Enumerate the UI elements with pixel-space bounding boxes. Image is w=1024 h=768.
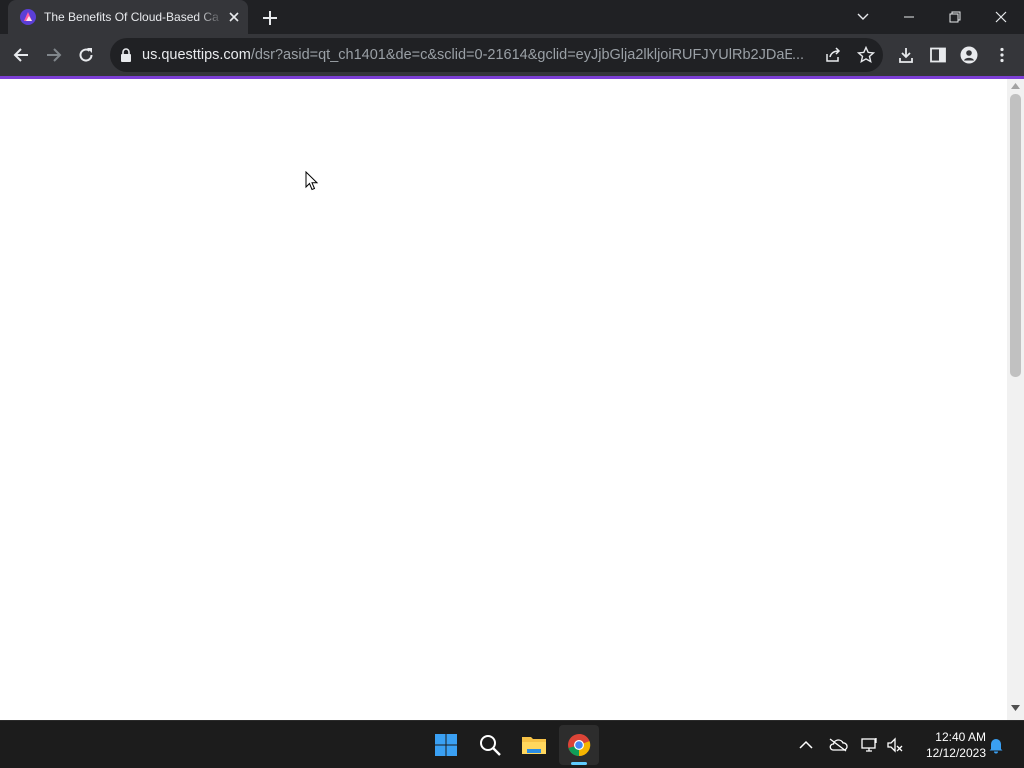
url-host: us.questtips.com (142, 47, 251, 63)
web-page-content[interactable] (0, 79, 1007, 720)
file-explorer-button[interactable] (514, 725, 554, 765)
side-panel-icon[interactable] (929, 46, 947, 64)
search-icon (480, 735, 501, 756)
restore-icon (949, 11, 961, 23)
volume-muted-icon (887, 737, 903, 753)
volume-tray-button[interactable] (885, 735, 905, 755)
site-favicon-icon (20, 9, 36, 25)
bookmark-star-icon[interactable] (857, 46, 875, 64)
minimize-icon (904, 16, 914, 18)
profile-icon[interactable] (960, 46, 978, 64)
scroll-down-icon[interactable] (1011, 705, 1020, 711)
windows-taskbar: 12:40 AM 12/12/2023 (0, 720, 1024, 768)
scroll-up-icon[interactable] (1011, 83, 1020, 89)
arrow-left-icon (13, 48, 28, 62)
reload-button[interactable] (73, 42, 99, 68)
reload-icon (79, 48, 93, 62)
url-text[interactable]: us.questtips.com/dsr?asid=qt_ch1401&de=c… (142, 47, 792, 65)
url-path: /dsr?asid=qt_ch1401&de=c&sclid=0-21614&g… (250, 47, 792, 63)
clock-date: 12/12/2023 (925, 746, 986, 760)
show-hidden-icons-button[interactable] (796, 735, 816, 755)
close-tab-icon[interactable] (226, 9, 242, 25)
network-tray-button[interactable] (860, 735, 880, 755)
clock-time: 12:40 AM (935, 730, 986, 744)
share-icon[interactable] (824, 46, 842, 64)
tab-search-button[interactable] (840, 0, 886, 34)
browser-tab[interactable]: The Benefits Of Cloud-Based Ca (8, 0, 248, 34)
back-button[interactable] (8, 42, 34, 68)
scrollbar-thumb[interactable] (1010, 94, 1021, 377)
system-clock[interactable]: 12:40 AM 12/12/2023 (914, 729, 986, 761)
start-button[interactable] (426, 725, 466, 765)
notifications-button[interactable] (986, 735, 1006, 755)
forward-button[interactable] (41, 42, 67, 68)
menu-kebab-icon[interactable] (993, 46, 1011, 64)
address-bar[interactable]: us.questtips.com/dsr?asid=qt_ch1401&de=c… (110, 38, 883, 72)
lock-icon[interactable] (120, 48, 132, 62)
mouse-pointer-icon (305, 171, 319, 191)
close-icon (995, 11, 1007, 23)
chrome-icon (568, 733, 591, 757)
url-ellipsis: ... (792, 47, 805, 63)
active-app-indicator (571, 762, 587, 765)
restore-button[interactable] (932, 0, 978, 34)
file-explorer-icon (522, 737, 546, 754)
taskbar-search-button[interactable] (470, 725, 510, 765)
onedrive-tray-button[interactable] (828, 735, 848, 755)
title-bar: The Benefits Of Cloud-Based Ca (0, 0, 1024, 34)
tab-title: The Benefits Of Cloud-Based Ca (44, 10, 219, 24)
bell-icon (989, 739, 1003, 754)
chevron-up-icon (799, 740, 813, 749)
cloud-offline-icon (829, 738, 848, 752)
chevron-down-icon (857, 13, 869, 20)
chrome-taskbar-button[interactable] (559, 725, 599, 765)
network-icon (861, 738, 877, 752)
download-icon[interactable] (897, 46, 915, 64)
vertical-scrollbar[interactable] (1007, 79, 1024, 720)
close-window-button[interactable] (978, 0, 1024, 34)
new-tab-icon[interactable] (260, 8, 280, 28)
start-icon (435, 734, 457, 756)
arrow-right-icon (47, 48, 62, 62)
minimize-button[interactable] (886, 0, 932, 34)
